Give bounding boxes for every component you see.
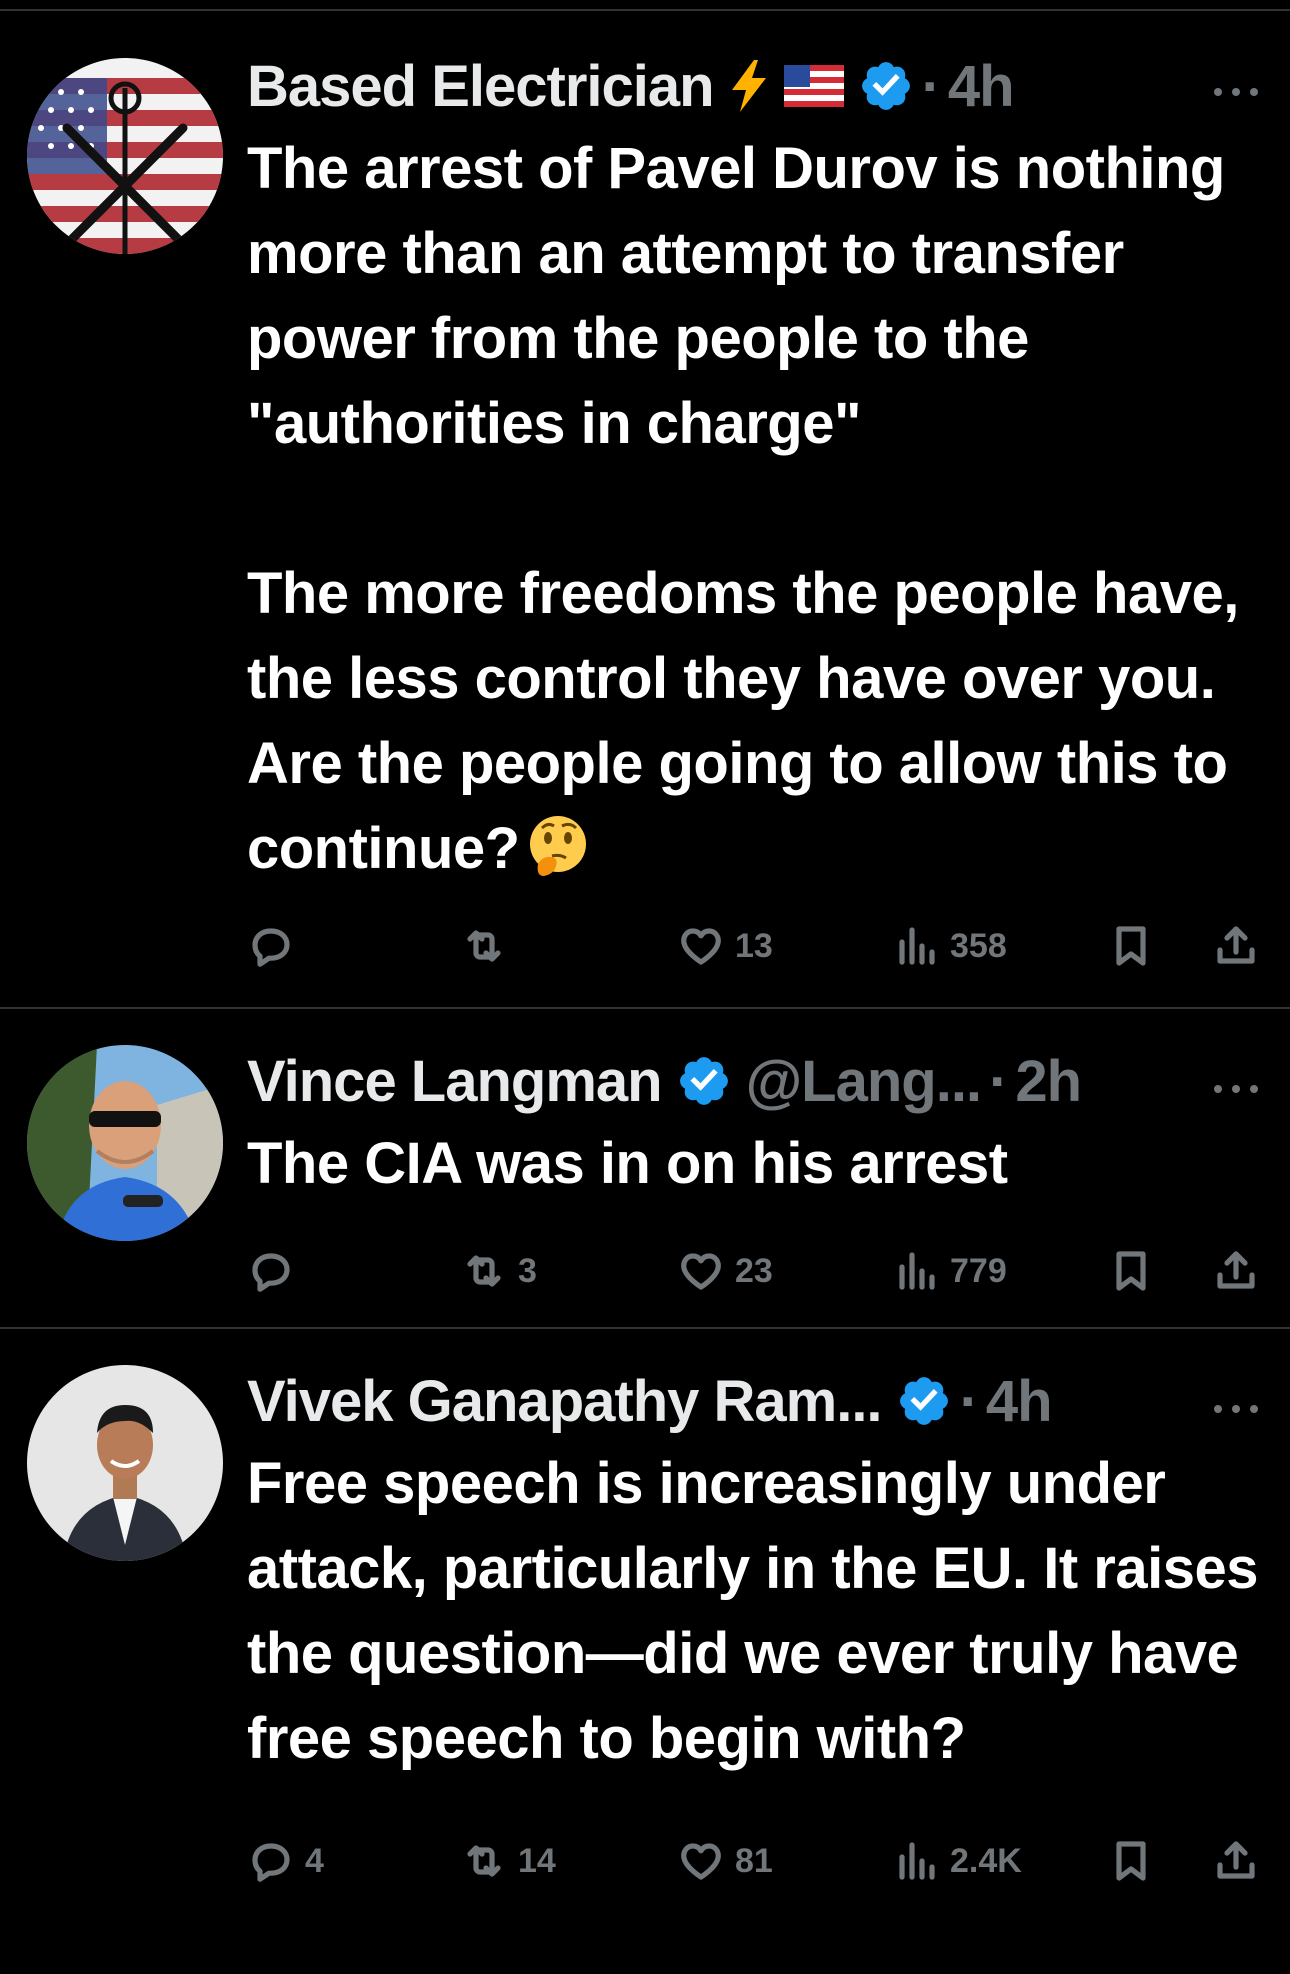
tweet[interactable]: Vince Langman @Lang... · 2h The CIA was … [0, 1009, 1290, 1329]
thinking-face-emoji [529, 816, 586, 876]
heart-icon [681, 1253, 721, 1290]
avatar[interactable] [27, 1365, 223, 1561]
bookmark-icon [1116, 926, 1146, 966]
retweet-count: 3 [518, 1251, 537, 1290]
separator: · [959, 1368, 979, 1434]
retweet-icon [467, 930, 501, 962]
share-button[interactable] [1212, 1831, 1260, 1891]
reply-button[interactable]: 4 [247, 1831, 324, 1891]
like-button[interactable]: 81 [677, 1831, 773, 1891]
reply-count: 4 [305, 1841, 324, 1880]
timestamp[interactable]: 4h [986, 1368, 1053, 1435]
avatar[interactable] [27, 58, 223, 254]
retweet-button[interactable]: 3 [460, 1241, 537, 1301]
like-button[interactable]: 23 [677, 1241, 773, 1301]
analytics-icon [899, 927, 935, 965]
share-button[interactable] [1212, 916, 1260, 976]
like-count: 81 [735, 1841, 773, 1880]
tweet-header: Based Electrician · 4h [247, 46, 1258, 126]
views-button[interactable]: 779 [892, 1241, 1007, 1301]
bookmark-button[interactable] [1107, 916, 1155, 976]
reply-icon [252, 1843, 290, 1882]
author-name[interactable]: Vince Langman [247, 1048, 663, 1115]
like-count: 13 [735, 926, 773, 965]
retweet-icon [467, 1845, 501, 1877]
retweet-icon [467, 1255, 501, 1287]
action-bar: 4 14 81 2.4K [247, 1831, 1258, 1891]
tweet-text: Free speech is increasingly under attack… [247, 1451, 1274, 1771]
heart-icon [681, 1843, 721, 1880]
more-options-icon[interactable] [1214, 1399, 1258, 1419]
heart-icon [681, 928, 721, 965]
author-name[interactable]: Based Electrician [247, 53, 715, 120]
reply-icon [252, 928, 290, 967]
action-bar: 13 358 [247, 916, 1258, 976]
tweet-header: Vivek Ganapathy Ram... · 4h [247, 1361, 1258, 1441]
tweet[interactable]: Based Electrician · 4h The arrest of Pav… [0, 11, 1290, 1009]
verified-badge-icon [896, 1373, 952, 1429]
bookmark-button[interactable] [1107, 1831, 1155, 1891]
separator: · [921, 53, 941, 119]
timestamp[interactable]: 2h [1015, 1048, 1082, 1115]
share-button[interactable] [1212, 1241, 1260, 1301]
like-button[interactable]: 13 [677, 916, 773, 976]
author-name[interactable]: Vivek Ganapathy Ram... [247, 1368, 883, 1435]
retweet-button[interactable] [460, 916, 518, 976]
share-icon [1217, 926, 1255, 964]
tweet-text-paragraph: The more freedoms the people have, the l… [247, 561, 1255, 881]
views-button[interactable]: 358 [892, 916, 1007, 976]
bookmark-button[interactable] [1107, 1241, 1155, 1301]
like-count: 23 [735, 1251, 773, 1290]
tweet-text: The arrest of Pavel Durov is nothing mor… [247, 126, 1258, 891]
reply-button[interactable] [247, 1241, 305, 1301]
share-icon [1217, 1841, 1255, 1879]
tweet[interactable]: Vivek Ganapathy Ram... · 4h Free speech … [0, 1329, 1290, 1929]
bookmark-icon [1116, 1251, 1146, 1291]
lightning-emoji [726, 58, 772, 114]
avatar[interactable] [27, 1045, 223, 1241]
action-bar: 3 23 779 [247, 1241, 1258, 1301]
verified-badge-icon [676, 1053, 732, 1109]
analytics-icon [899, 1842, 935, 1880]
timestamp[interactable]: 4h [948, 53, 1015, 120]
timeline-feed: Based Electrician · 4h The arrest of Pav… [0, 0, 1290, 1974]
reply-button[interactable] [247, 916, 305, 976]
view-count: 358 [950, 926, 1007, 965]
share-icon [1217, 1251, 1255, 1289]
author-handle[interactable]: @Lang... [746, 1048, 982, 1115]
more-options-icon[interactable] [1214, 1079, 1258, 1099]
retweet-count: 14 [518, 1841, 556, 1880]
tweet-text-paragraph: The arrest of Pavel Durov is nothing mor… [247, 136, 1241, 456]
us-flag-emoji [783, 65, 844, 107]
more-options-icon[interactable] [1214, 82, 1258, 102]
tweet-text: The CIA was in on his arrest [247, 1131, 1008, 1196]
retweet-button[interactable]: 14 [460, 1831, 556, 1891]
reply-icon [252, 1253, 290, 1292]
analytics-icon [899, 1252, 935, 1290]
verified-badge-icon [858, 58, 914, 114]
bookmark-icon [1116, 1841, 1146, 1881]
view-count: 2.4K [950, 1841, 1022, 1880]
view-count: 779 [950, 1251, 1007, 1290]
top-divider [0, 0, 1290, 11]
views-button[interactable]: 2.4K [892, 1831, 1022, 1891]
tweet-header: Vince Langman @Lang... · 2h [247, 1041, 1258, 1121]
separator: · [989, 1048, 1008, 1114]
